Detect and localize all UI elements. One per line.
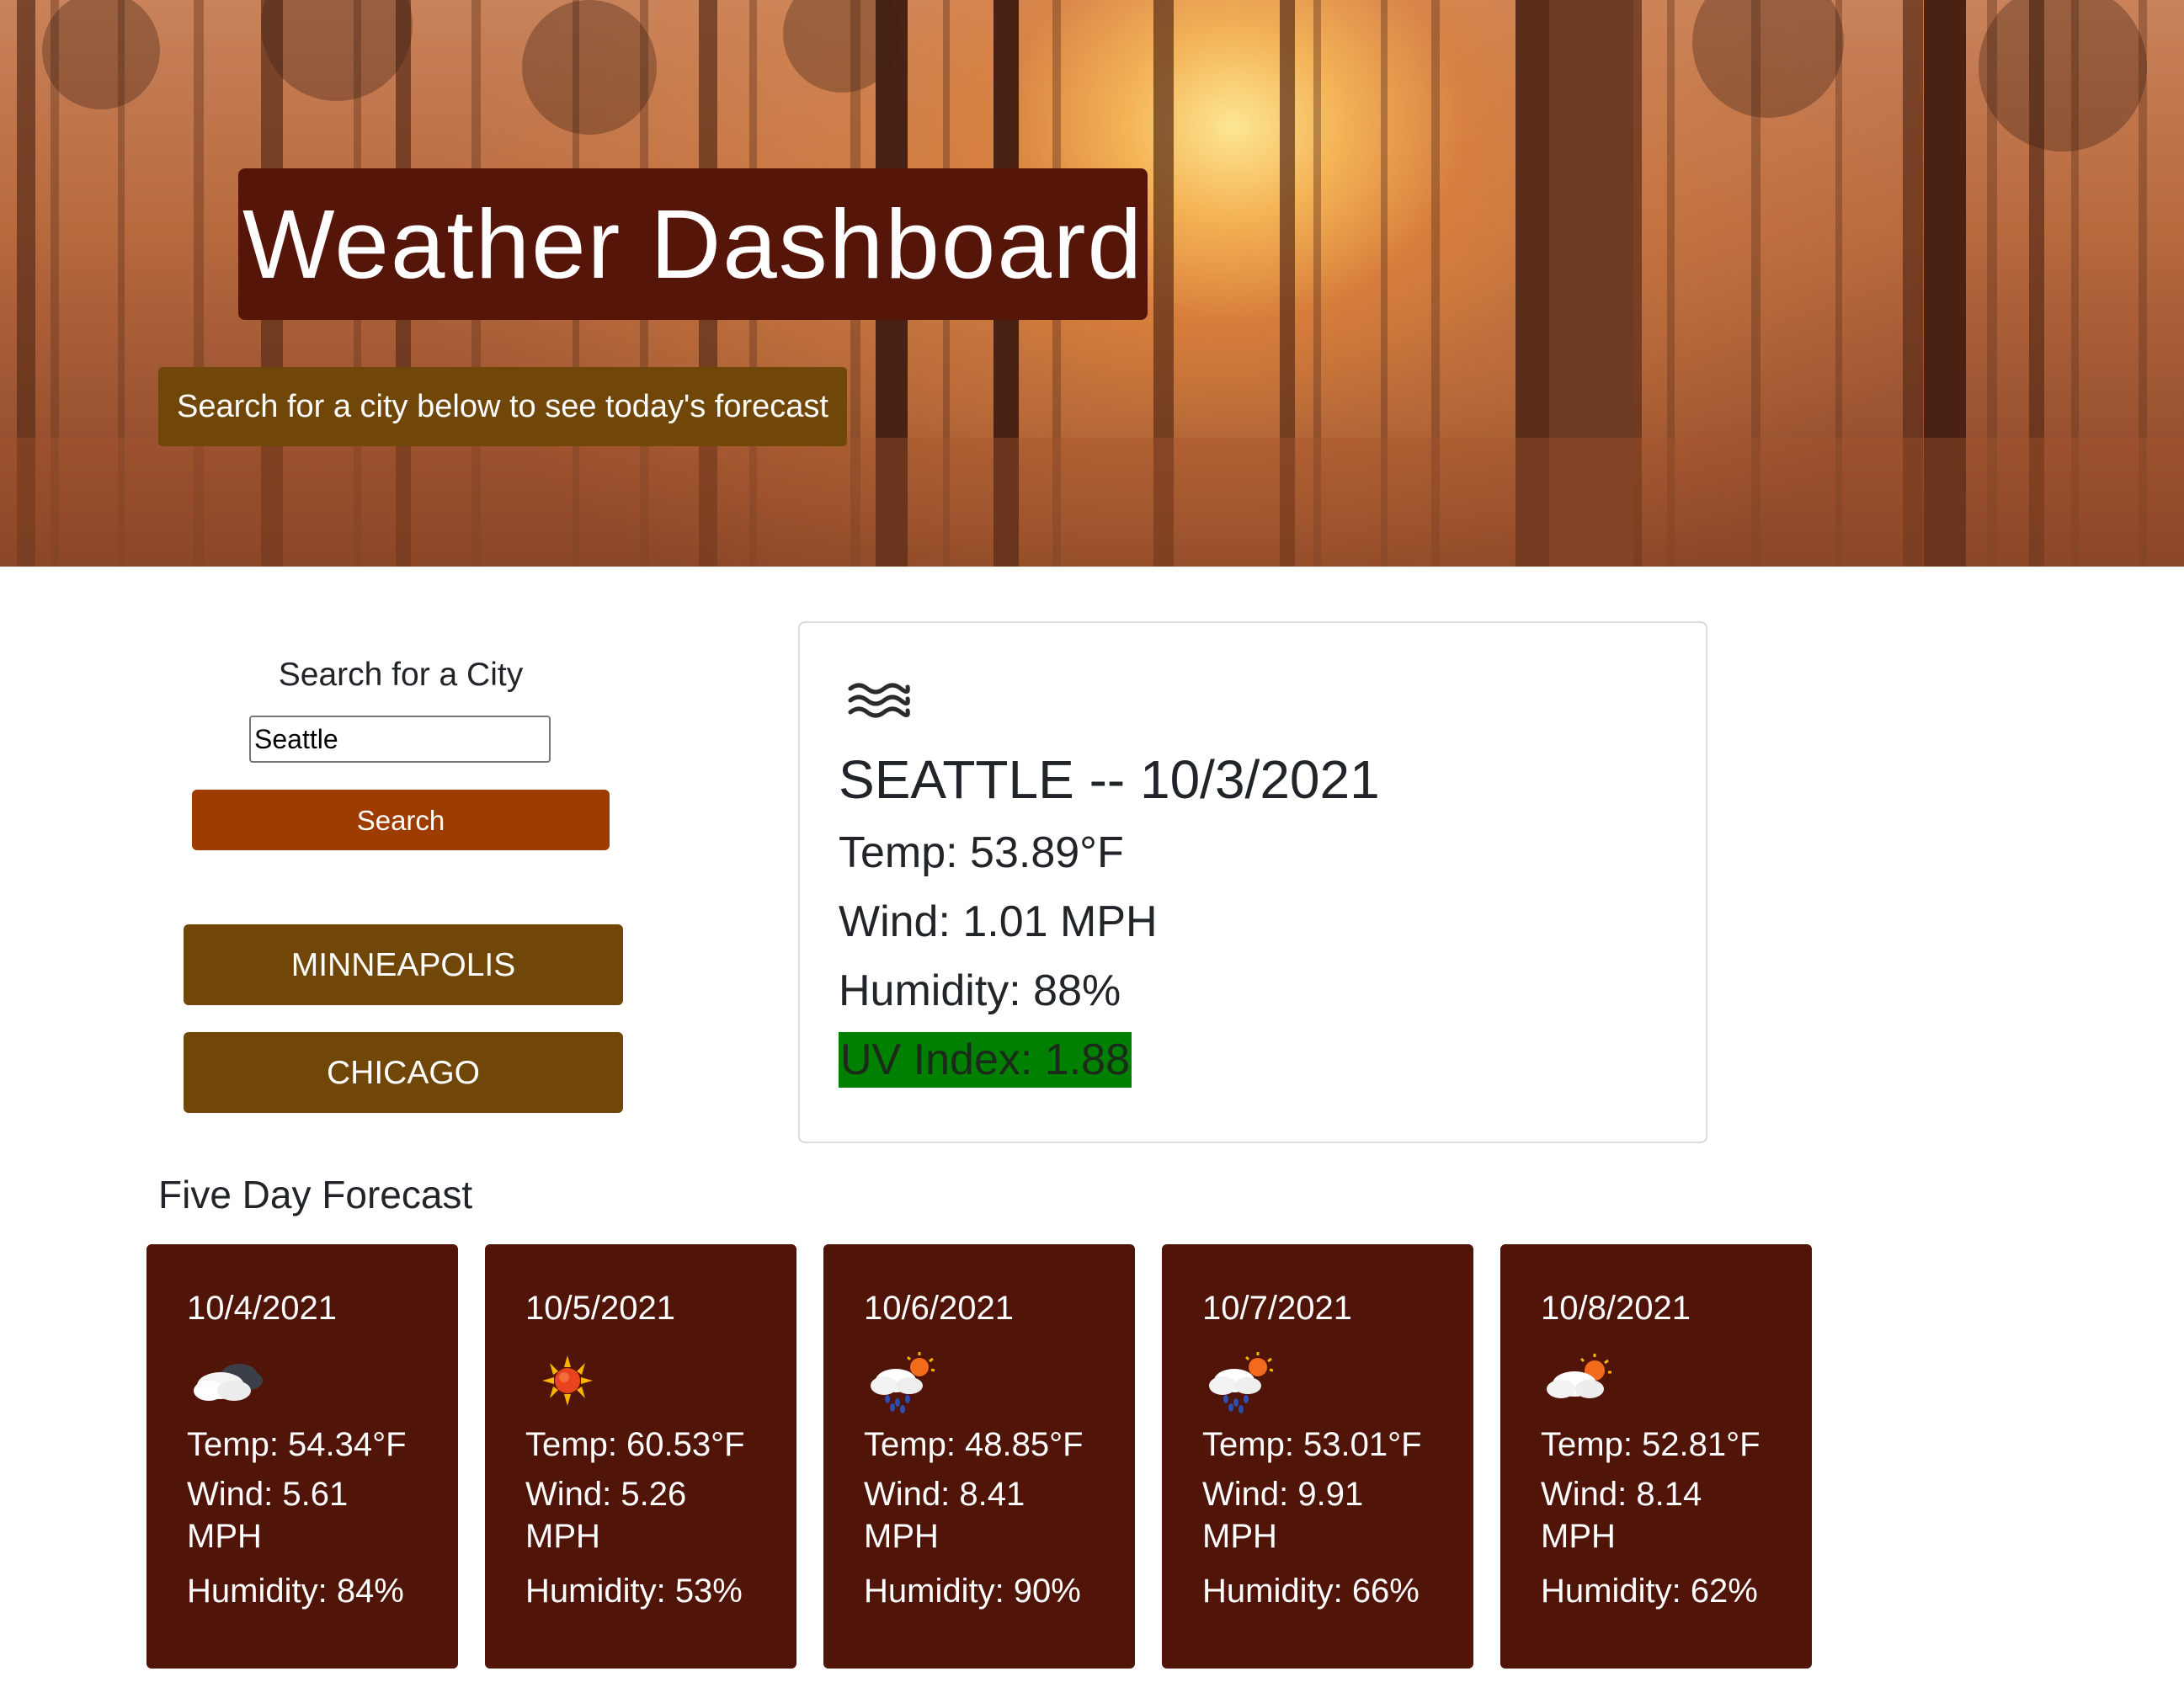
- history-city-button-minneapolis[interactable]: MINNEAPOLIS: [184, 924, 623, 1005]
- forecast-humidity: Humidity: 84%: [187, 1573, 404, 1610]
- forecast-wind: Wind: 5.26 MPH: [525, 1476, 687, 1555]
- forecast-date: 10/8/2021: [1541, 1290, 1691, 1327]
- mist-icon: [848, 683, 910, 718]
- current-city-date: SEATTLE -- 10/3/2021: [839, 749, 1380, 810]
- forecast-card: 10/4/2021 Temp: 54.34°F Wind: 5.61 MPH H…: [146, 1244, 458, 1669]
- forecast-date: 10/7/2021: [1202, 1290, 1352, 1327]
- search-heading: Search for a City: [278, 657, 524, 693]
- sun-icon: [542, 1355, 593, 1406]
- uv-index-badge: UV Index: 1.88: [839, 1032, 1132, 1088]
- rain-sun-icon: [871, 1352, 935, 1413]
- forecast-wind: Wind: 9.91 MPH: [1202, 1476, 1364, 1555]
- search-button[interactable]: Search: [192, 790, 610, 850]
- forecast-date: 10/5/2021: [525, 1290, 675, 1327]
- forecast-card: 10/8/2021 Temp: 52.81°F Wind: 8.14 MPH H…: [1500, 1244, 1812, 1669]
- current-wind: Wind: 1.01 MPH: [839, 897, 1158, 946]
- cloudy-icon: [194, 1364, 263, 1401]
- forecast-temp: Temp: 53.01°F: [1202, 1426, 1422, 1463]
- forecast-humidity: Humidity: 53%: [525, 1573, 743, 1610]
- forecast-wind: Wind: 8.41 MPH: [864, 1476, 1025, 1555]
- page-subtitle: Search for a city below to see today's f…: [158, 367, 847, 446]
- forecast-heading: Five Day Forecast: [158, 1173, 473, 1216]
- forecast-humidity: Humidity: 62%: [1541, 1573, 1758, 1610]
- forecast-date: 10/6/2021: [864, 1290, 1014, 1327]
- rain-sun-icon: [1209, 1352, 1274, 1413]
- page-title: Weather Dashboard: [238, 168, 1148, 320]
- forecast-card: 10/6/2021 Temp: 48.85°F Wind: 8.41 MPH H…: [823, 1244, 1135, 1669]
- forecast-date: 10/4/2021: [187, 1290, 337, 1327]
- city-search-input[interactable]: [249, 716, 551, 763]
- forecast-temp: Temp: 54.34°F: [187, 1426, 407, 1463]
- forecast-card: 10/7/2021 Temp: 53.01°F Wind: 9.91 MPH H…: [1162, 1244, 1473, 1669]
- forecast-humidity: Humidity: 90%: [864, 1573, 1081, 1610]
- hero-banner: Weather Dashboard Search for a city belo…: [0, 0, 2184, 567]
- forecast-temp: Temp: 52.81°F: [1541, 1426, 1761, 1463]
- current-temp: Temp: 53.89°F: [839, 828, 1124, 877]
- partly-cloudy-icon: [1547, 1354, 1611, 1398]
- forecast-humidity: Humidity: 66%: [1202, 1573, 1420, 1610]
- forecast-wind: Wind: 5.61 MPH: [187, 1476, 349, 1555]
- forecast-wind: Wind: 8.14 MPH: [1541, 1476, 1702, 1555]
- forecast-card: 10/5/2021 Temp: 60.53°F Wind: 5.26 MPH H…: [485, 1244, 796, 1669]
- forecast-temp: Temp: 60.53°F: [525, 1426, 745, 1463]
- forecast-temp: Temp: 48.85°F: [864, 1426, 1084, 1463]
- history-city-button-chicago[interactable]: CHICAGO: [184, 1032, 623, 1113]
- current-humidity: Humidity: 88%: [839, 966, 1121, 1015]
